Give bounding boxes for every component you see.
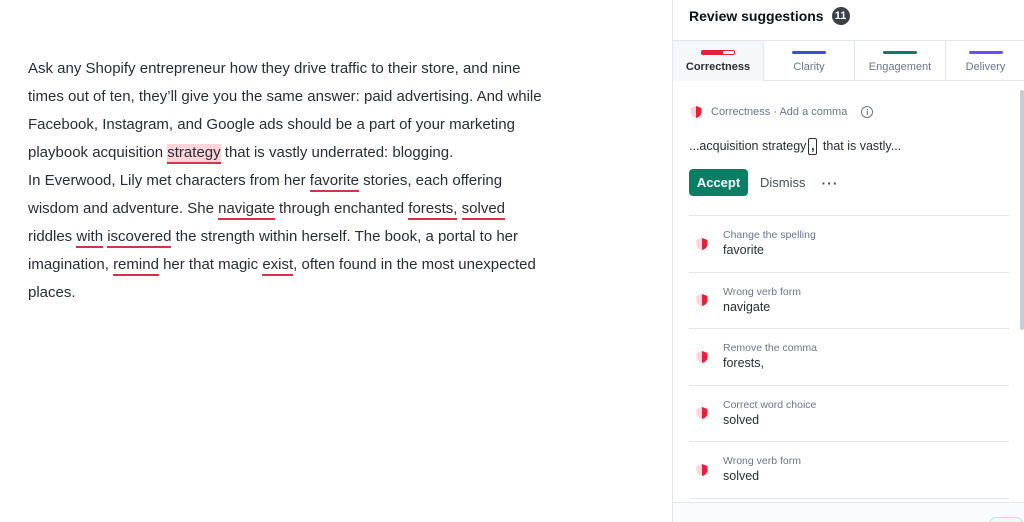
info-icon[interactable]: i <box>861 106 874 118</box>
accept-button[interactable]: Accept <box>689 169 748 196</box>
suggestion-word: solved <box>723 412 760 427</box>
suggestion-list-divider <box>689 497 1009 499</box>
suggestions-sidebar: Review suggestions 11 Correctness Clarit… <box>672 0 1024 522</box>
tab-label: Delivery <box>965 61 1006 73</box>
suggestion-word: navigate <box>723 299 771 314</box>
shield-icon <box>696 237 708 250</box>
suggestion-category: Change the spelling <box>723 229 816 242</box>
shield-icon <box>696 294 708 307</box>
suggestion-item[interactable]: Wrong verb form navigate <box>689 271 1009 329</box>
context-before: ...acquisition strategy <box>689 139 807 153</box>
suggestion-text: Wrong verb form navigate <box>723 286 801 315</box>
tab-color-bar <box>968 51 1003 54</box>
flagged-word-with[interactable]: with <box>76 228 104 248</box>
inserted-comma: , <box>808 137 818 155</box>
flagged-word-forests[interactable]: forests, <box>408 200 458 220</box>
footer-badge <box>989 517 1023 522</box>
suggestion-word: favorite <box>723 243 764 258</box>
sidebar-header: Review suggestions 11 <box>689 7 850 25</box>
suggestion-text: Remove the comma forests, <box>723 342 817 371</box>
suggestion-category: Wrong verb form <box>723 455 801 468</box>
sidebar-scrollbar[interactable] <box>1020 90 1024 330</box>
tab-engagement[interactable]: Engagement <box>855 41 946 81</box>
suggestion-item[interactable]: Correct word choice solved <box>689 384 1009 442</box>
category-tabs: Correctness Clarity Engagement Delivery <box>673 40 1024 81</box>
shield-icon <box>690 106 702 118</box>
suggestion-text: Correct word choice solved <box>723 399 816 428</box>
suggestion-text: Wrong verb form solved <box>723 455 801 484</box>
expanded-suggestion-card[interactable]: Correctness · Add a comma i ...acquisiti… <box>689 102 1009 196</box>
tab-delivery[interactable]: Delivery <box>946 41 1024 81</box>
suggestion-word: solved <box>723 469 760 484</box>
flagged-word-iscovered[interactable]: iscovered <box>107 228 172 248</box>
flagged-word-strategy[interactable]: strategy <box>167 144 221 164</box>
flagged-word-solved[interactable]: solved <box>461 200 506 220</box>
tab-label: Clarity <box>793 61 825 73</box>
suggestion-category: Wrong verb form <box>723 285 801 298</box>
tab-correctness[interactable]: Correctness <box>673 41 764 81</box>
document-text[interactable]: Ask any Shopify entrepreneur how they dr… <box>28 55 548 307</box>
document-editor[interactable]: Ask any Shopify entrepreneur how they dr… <box>0 0 672 522</box>
text-span: through enchanted <box>274 200 409 217</box>
shield-icon <box>696 463 708 476</box>
text-span: riddles <box>28 228 77 245</box>
suggestion-category: Correct word choice <box>723 398 817 411</box>
more-options-icon[interactable]: ··· <box>822 175 839 191</box>
suggestion-category: Remove the comma <box>723 342 817 355</box>
card-actions: Accept Dismiss ··· <box>689 169 1009 196</box>
tab-color-bar <box>792 51 826 54</box>
flagged-word-favorite[interactable]: favorite <box>309 172 359 192</box>
suggestion-list: Change the spelling favorite Wrong verb … <box>689 215 1009 499</box>
shield-icon <box>696 407 708 420</box>
suggestion-item[interactable]: Wrong verb form solved <box>689 441 1009 498</box>
suggestions-scroll-area[interactable]: Correctness · Add a comma i ...acquisiti… <box>673 82 1024 502</box>
suggestion-item[interactable]: Change the spelling favorite <box>689 215 1009 272</box>
sidebar-title: Review suggestions <box>689 8 824 24</box>
paragraph-1: Ask any Shopify entrepreneur how they dr… <box>28 55 548 167</box>
suggestion-text: Change the spelling favorite <box>723 229 816 258</box>
sidebar-footer <box>673 502 1024 522</box>
flagged-word-navigate[interactable]: navigate <box>218 200 275 220</box>
dismiss-button[interactable]: Dismiss <box>760 175 806 190</box>
text-span: In Everwood, Lily met characters from he… <box>28 172 310 189</box>
suggestion-item[interactable]: Remove the comma forests, <box>689 328 1009 385</box>
tab-color-bar <box>701 50 735 55</box>
shield-icon <box>696 350 708 363</box>
text-span: her that magic <box>158 256 263 273</box>
card-header: Correctness · Add a comma i <box>689 102 1009 122</box>
tab-clarity[interactable]: Clarity <box>764 41 855 81</box>
paragraph-2: In Everwood, Lily met characters from he… <box>28 167 548 307</box>
card-context-text: ...acquisition strategy, that is vastly.… <box>689 136 1009 156</box>
tab-label: Correctness <box>685 61 751 73</box>
text-span: that is vastly underrated: blogging. <box>220 144 454 161</box>
flagged-word-remind[interactable]: remind <box>113 256 159 276</box>
flagged-word-exist[interactable]: exist <box>262 256 294 276</box>
tab-label: Engagement <box>868 61 932 73</box>
suggestion-word: forests, <box>723 356 764 371</box>
tab-color-bar <box>883 51 917 54</box>
suggestion-count-badge: 11 <box>831 7 850 25</box>
context-after: that is vastly... <box>819 139 902 153</box>
card-category: Correctness · Add a comma <box>711 106 848 118</box>
